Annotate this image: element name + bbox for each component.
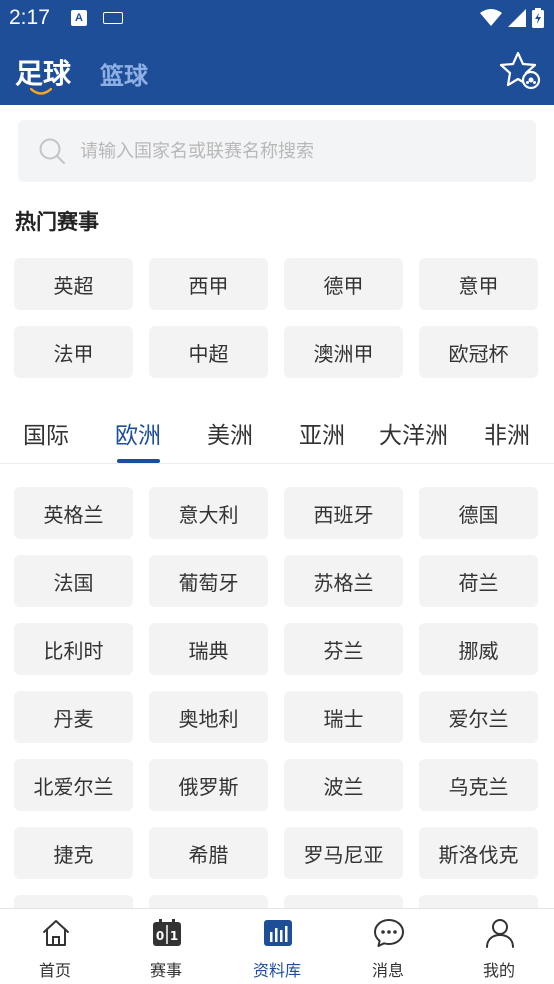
nav-database[interactable]: 资料库 — [222, 909, 332, 984]
hot-event-chip[interactable]: 欧冠杯 — [419, 326, 538, 378]
country-chip[interactable]: 罗马尼亚 — [284, 827, 403, 879]
region-tab-asia[interactable]: 亚洲 — [299, 416, 345, 450]
region-tab-americas[interactable]: 美洲 — [207, 416, 253, 450]
battery-icon — [532, 8, 544, 28]
nav-matches[interactable]: 0 1 赛事 — [111, 909, 221, 984]
region-tab-indicator — [117, 459, 160, 463]
country-chip[interactable]: 斯洛伐克 — [419, 827, 538, 879]
hot-event-chip[interactable]: 意甲 — [419, 258, 538, 310]
signal-icon — [508, 9, 526, 27]
hot-event-chip[interactable]: 西甲 — [149, 258, 268, 310]
country-chip[interactable]: 英格兰 — [14, 487, 133, 539]
chart-icon — [264, 920, 292, 946]
hot-events-grid: 英超 西甲 德甲 意甲 法甲 中超 澳洲甲 欧冠杯 — [14, 258, 538, 378]
active-tab-smile-indicator — [30, 88, 52, 95]
nav-label: 消息 — [371, 961, 404, 980]
hot-event-chip[interactable]: 德甲 — [284, 258, 403, 310]
status-icons — [480, 8, 544, 28]
country-chip[interactable]: 比利时 — [14, 623, 133, 675]
country-chip[interactable]: 瑞典 — [149, 623, 268, 675]
header: 2:17 A 足球 篮球 — [0, 0, 554, 105]
svg-text:0: 0 — [156, 929, 164, 943]
country-chip[interactable]: 荷兰 — [419, 555, 538, 607]
svg-text:1: 1 — [170, 929, 178, 943]
region-tab-international[interactable]: 国际 — [23, 416, 69, 450]
country-chip[interactable]: 乌克兰 — [419, 759, 538, 811]
country-chip[interactable]: 葡萄牙 — [149, 555, 268, 607]
notification-a-icon: A — [71, 10, 87, 26]
nav-label: 我的 — [482, 961, 515, 980]
region-tab-africa[interactable]: 非洲 — [484, 416, 530, 450]
country-chip[interactable]: 德国 — [419, 487, 538, 539]
person-icon — [486, 919, 514, 948]
search-input[interactable] — [80, 120, 520, 182]
search-icon — [39, 138, 65, 164]
nav-home[interactable]: 首页 — [0, 909, 110, 984]
search-bar[interactable] — [18, 120, 536, 182]
hot-event-chip[interactable]: 法甲 — [14, 326, 133, 378]
tab-football[interactable]: 足球 — [15, 52, 71, 92]
country-chip[interactable]: 挪威 — [419, 623, 538, 675]
bottom-nav: 首页 0 1 赛事 资料库 消息 我的 — [0, 908, 554, 984]
country-chip[interactable]: 意大利 — [149, 487, 268, 539]
home-icon — [43, 920, 69, 946]
hot-event-chip[interactable]: 英超 — [14, 258, 133, 310]
country-chip[interactable]: 瑞士 — [284, 691, 403, 743]
chat-icon — [374, 919, 404, 947]
country-chip[interactable]: 俄罗斯 — [149, 759, 268, 811]
country-chip[interactable]: 西班牙 — [284, 487, 403, 539]
country-chip[interactable]: 爱尔兰 — [419, 691, 538, 743]
country-chip[interactable]: 希腊 — [149, 827, 268, 879]
hot-events-title: 热门赛事 — [15, 210, 99, 234]
nav-profile[interactable]: 我的 — [444, 909, 554, 984]
country-chip[interactable]: 法国 — [14, 555, 133, 607]
country-chip[interactable]: 芬兰 — [284, 623, 403, 675]
country-chip[interactable]: 丹麦 — [14, 691, 133, 743]
region-tabs: 国际 欧洲 美洲 亚洲 大洋洲 非洲 — [0, 404, 554, 464]
wifi-icon — [480, 9, 502, 26]
app-root: 2:17 A 足球 篮球 请输入国家名或联赛名称搜索 热门赛事 英超 西甲 德甲… — [0, 0, 554, 984]
country-chip[interactable]: 苏格兰 — [284, 555, 403, 607]
region-tab-oceania[interactable]: 大洋洲 — [379, 416, 448, 450]
nav-messages[interactable]: 消息 — [333, 909, 443, 984]
scoreboard-icon: 0 1 — [153, 919, 181, 946]
nav-label: 资料库 — [252, 961, 301, 980]
country-chip[interactable]: 北爱尔兰 — [14, 759, 133, 811]
country-chip[interactable]: 奥地利 — [149, 691, 268, 743]
status-time: 2:17 — [9, 6, 50, 29]
country-chip[interactable]: 波兰 — [284, 759, 403, 811]
hot-event-chip[interactable]: 中超 — [149, 326, 268, 378]
nav-label: 赛事 — [149, 961, 182, 980]
sport-tabs: 足球 篮球 — [0, 44, 554, 104]
country-grid: 英格兰 意大利 西班牙 德国 法国 葡萄牙 苏格兰 荷兰 比利时 瑞典 芬兰 挪… — [14, 487, 538, 947]
status-bar: 2:17 A — [0, 0, 554, 36]
hot-event-chip[interactable]: 澳洲甲 — [284, 326, 403, 378]
favorite-star-icon[interactable] — [498, 49, 542, 93]
region-tab-europe[interactable]: 欧洲 — [115, 416, 161, 450]
nav-label: 首页 — [38, 961, 71, 980]
keyboard-icon — [103, 12, 123, 24]
tab-basketball[interactable]: 篮球 — [100, 56, 148, 91]
country-chip[interactable]: 捷克 — [14, 827, 133, 879]
